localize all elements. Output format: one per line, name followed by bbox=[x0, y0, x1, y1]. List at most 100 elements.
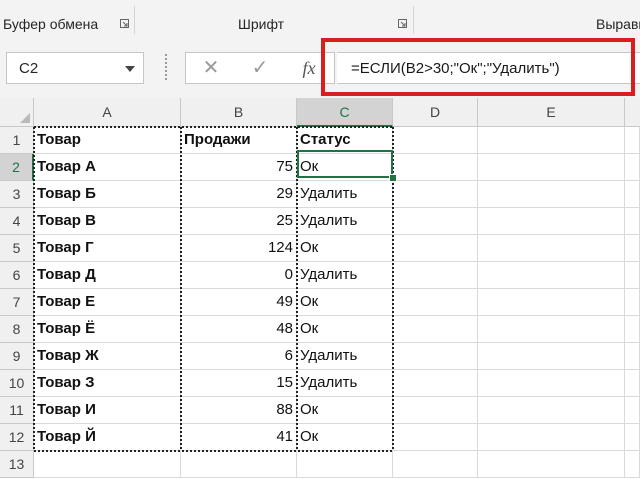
row-header[interactable]: 7 bbox=[0, 289, 34, 316]
cell-C6[interactable]: Удалить bbox=[297, 262, 393, 289]
formula-bar-splitter[interactable] bbox=[165, 54, 167, 82]
row-header[interactable]: 13 bbox=[0, 451, 34, 478]
cell-A12[interactable]: Товар Й bbox=[34, 424, 181, 451]
cell-D7[interactable] bbox=[393, 289, 478, 316]
cell-D6[interactable] bbox=[393, 262, 478, 289]
cell-A3[interactable]: Товар Б bbox=[34, 181, 181, 208]
dialog-launcher-icon[interactable] bbox=[120, 19, 129, 28]
cell-D4[interactable] bbox=[393, 208, 478, 235]
cell-F1[interactable] bbox=[625, 127, 640, 154]
cell-A13[interactable] bbox=[34, 451, 181, 478]
cell-D1[interactable] bbox=[393, 127, 478, 154]
cell-E5[interactable] bbox=[478, 235, 625, 262]
cell-F10[interactable] bbox=[625, 370, 640, 397]
row-header[interactable]: 6 bbox=[0, 262, 34, 289]
enter-icon[interactable]: ✓ bbox=[240, 53, 280, 83]
row-header[interactable]: 1 bbox=[0, 127, 34, 154]
cell-D2[interactable] bbox=[393, 154, 478, 181]
cell-E12[interactable] bbox=[478, 424, 625, 451]
cell-C5[interactable]: Ок bbox=[297, 235, 393, 262]
cell-B12[interactable]: 41 bbox=[181, 424, 297, 451]
cell-B13[interactable] bbox=[181, 451, 297, 478]
cell-F2[interactable] bbox=[625, 154, 640, 181]
cancel-icon[interactable]: ✕ bbox=[191, 53, 231, 83]
cell-C13[interactable] bbox=[297, 451, 393, 478]
cell-F7[interactable] bbox=[625, 289, 640, 316]
column-header-e[interactable]: E bbox=[478, 98, 625, 127]
cell-F6[interactable] bbox=[625, 262, 640, 289]
cell-A11[interactable]: Товар И bbox=[34, 397, 181, 424]
cell-D5[interactable] bbox=[393, 235, 478, 262]
cell-E10[interactable] bbox=[478, 370, 625, 397]
cell-C10[interactable]: Удалить bbox=[297, 370, 393, 397]
cell-C4[interactable]: Удалить bbox=[297, 208, 393, 235]
column-header-d[interactable]: D bbox=[393, 98, 478, 127]
row-header[interactable]: 8 bbox=[0, 316, 34, 343]
cell-F3[interactable] bbox=[625, 181, 640, 208]
cell-B7[interactable]: 49 bbox=[181, 289, 297, 316]
cell-B2[interactable]: 75 bbox=[181, 154, 297, 181]
cell-C2[interactable]: Ок bbox=[297, 154, 393, 181]
row-header[interactable]: 5 bbox=[0, 235, 34, 262]
cell-B10[interactable]: 15 bbox=[181, 370, 297, 397]
cell-F5[interactable] bbox=[625, 235, 640, 262]
cell-B6[interactable]: 0 bbox=[181, 262, 297, 289]
formula-input[interactable]: =ЕСЛИ(B2>30;"Ок";"Удалить") bbox=[337, 52, 640, 84]
name-box[interactable]: C2 bbox=[6, 52, 144, 84]
cell-A5[interactable]: Товар Г bbox=[34, 235, 181, 262]
cell-A7[interactable]: Товар Е bbox=[34, 289, 181, 316]
cell-A9[interactable]: Товар Ж bbox=[34, 343, 181, 370]
cell-C8[interactable]: Ок bbox=[297, 316, 393, 343]
insert-function-icon[interactable]: fx bbox=[289, 53, 329, 83]
column-header-c[interactable]: C bbox=[297, 98, 393, 127]
dialog-launcher-icon[interactable] bbox=[398, 19, 407, 28]
cell-B5[interactable]: 124 bbox=[181, 235, 297, 262]
cell-F8[interactable] bbox=[625, 316, 640, 343]
cell-D8[interactable] bbox=[393, 316, 478, 343]
cell-E8[interactable] bbox=[478, 316, 625, 343]
cell-B3[interactable]: 29 bbox=[181, 181, 297, 208]
fill-handle[interactable] bbox=[389, 174, 397, 182]
column-header-f[interactable] bbox=[625, 98, 640, 127]
row-header[interactable]: 4 bbox=[0, 208, 34, 235]
row-header[interactable]: 3 bbox=[0, 181, 34, 208]
cell-C9[interactable]: Удалить bbox=[297, 343, 393, 370]
cell-D11[interactable] bbox=[393, 397, 478, 424]
cell-A2[interactable]: Товар А bbox=[34, 154, 181, 181]
cell-D13[interactable] bbox=[393, 451, 478, 478]
cell-B1[interactable]: Продажи bbox=[181, 127, 297, 154]
cell-B11[interactable]: 88 bbox=[181, 397, 297, 424]
row-header[interactable]: 2 bbox=[0, 154, 34, 181]
row-header[interactable]: 12 bbox=[0, 424, 34, 451]
cell-F11[interactable] bbox=[625, 397, 640, 424]
cell-E13[interactable] bbox=[478, 451, 625, 478]
cell-B8[interactable]: 48 bbox=[181, 316, 297, 343]
cell-C3[interactable]: Удалить bbox=[297, 181, 393, 208]
cell-D12[interactable] bbox=[393, 424, 478, 451]
cell-E6[interactable] bbox=[478, 262, 625, 289]
row-header[interactable]: 11 bbox=[0, 397, 34, 424]
cell-C12[interactable]: Ок bbox=[297, 424, 393, 451]
column-header-b[interactable]: B bbox=[181, 98, 297, 127]
chevron-down-icon[interactable] bbox=[125, 66, 135, 72]
cell-B4[interactable]: 25 bbox=[181, 208, 297, 235]
cell-E2[interactable] bbox=[478, 154, 625, 181]
cell-C7[interactable]: Ок bbox=[297, 289, 393, 316]
cell-E4[interactable] bbox=[478, 208, 625, 235]
cell-E11[interactable] bbox=[478, 397, 625, 424]
cell-D3[interactable] bbox=[393, 181, 478, 208]
cell-F9[interactable] bbox=[625, 343, 640, 370]
row-header[interactable]: 10 bbox=[0, 370, 34, 397]
cell-F4[interactable] bbox=[625, 208, 640, 235]
cell-F13[interactable] bbox=[625, 451, 640, 478]
cell-D9[interactable] bbox=[393, 343, 478, 370]
cell-E9[interactable] bbox=[478, 343, 625, 370]
cell-E1[interactable] bbox=[478, 127, 625, 154]
cell-E7[interactable] bbox=[478, 289, 625, 316]
cell-C11[interactable]: Ок bbox=[297, 397, 393, 424]
cell-C1[interactable]: Статус bbox=[297, 127, 393, 154]
select-all-button[interactable] bbox=[0, 98, 34, 127]
cell-A8[interactable]: Товар Ё bbox=[34, 316, 181, 343]
cell-A4[interactable]: Товар В bbox=[34, 208, 181, 235]
cell-A1[interactable]: Товар bbox=[34, 127, 181, 154]
